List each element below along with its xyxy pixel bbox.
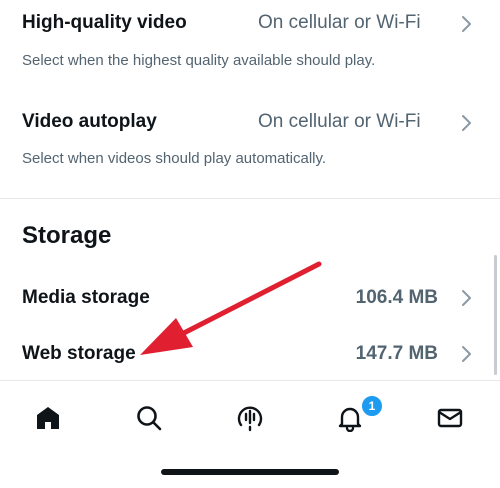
chevron-right-icon bbox=[462, 346, 471, 362]
chevron-right-icon bbox=[462, 290, 471, 306]
search-icon bbox=[137, 406, 162, 431]
tab-spaces[interactable] bbox=[230, 398, 270, 438]
video-autoplay-description: Select when videos should play automatic… bbox=[22, 150, 327, 167]
web-storage-title: Web storage bbox=[22, 343, 136, 364]
home-icon bbox=[37, 407, 59, 429]
chevron-right-icon bbox=[462, 115, 471, 131]
web-storage-value: 147.7 MB bbox=[355, 343, 438, 364]
spaces-icon bbox=[237, 406, 263, 432]
tab-home[interactable] bbox=[28, 398, 68, 438]
media-storage-value: 106.4 MB bbox=[355, 287, 438, 308]
notifications-badge: 1 bbox=[360, 394, 384, 418]
chevron-right-icon bbox=[462, 16, 471, 32]
high-quality-video-row[interactable]: High-quality video On cellular or Wi-Fi … bbox=[0, 0, 500, 90]
high-quality-video-value: On cellular or Wi-Fi bbox=[258, 12, 421, 33]
section-divider bbox=[0, 198, 500, 199]
home-indicator[interactable] bbox=[161, 469, 339, 475]
web-storage-row[interactable]: Web storage 147.7 MB bbox=[0, 332, 500, 376]
high-quality-video-title: High-quality video bbox=[22, 12, 187, 33]
messages-icon bbox=[437, 408, 463, 428]
media-storage-row[interactable]: Media storage 106.4 MB bbox=[0, 276, 500, 320]
scrollbar[interactable] bbox=[494, 255, 497, 375]
tab-search[interactable] bbox=[129, 398, 169, 438]
high-quality-video-description: Select when the highest quality availabl… bbox=[22, 52, 376, 69]
tab-messages[interactable] bbox=[430, 398, 470, 438]
video-autoplay-value: On cellular or Wi-Fi bbox=[258, 111, 421, 132]
video-autoplay-row[interactable]: Video autoplay On cellular or Wi-Fi Sele… bbox=[0, 96, 500, 191]
media-storage-title: Media storage bbox=[22, 287, 150, 308]
storage-section-title: Storage bbox=[22, 222, 112, 249]
video-autoplay-title: Video autoplay bbox=[22, 111, 157, 132]
